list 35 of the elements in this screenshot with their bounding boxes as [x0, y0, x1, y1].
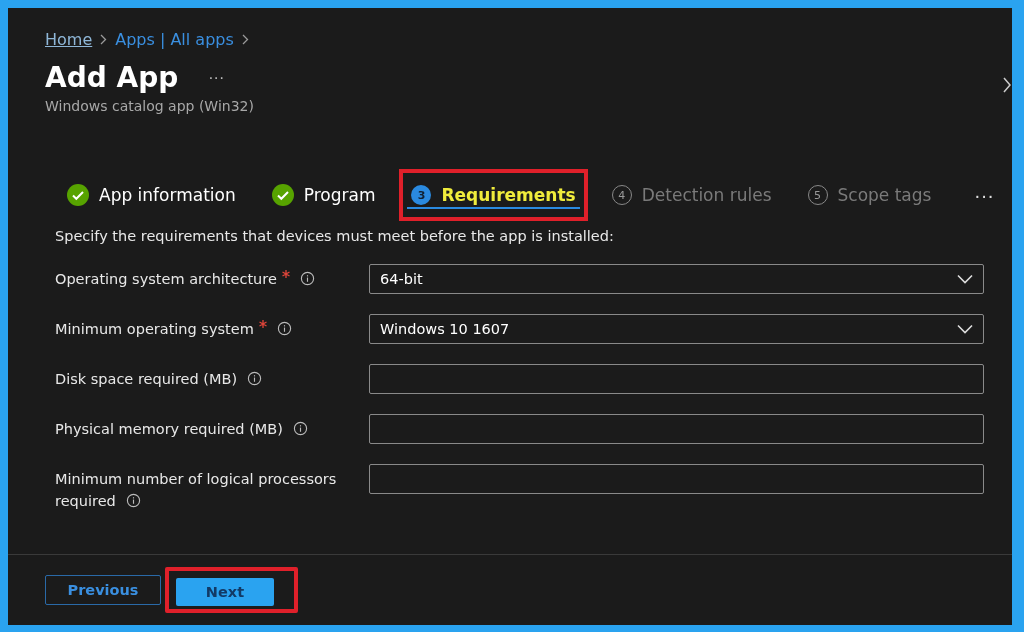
input-field[interactable] — [369, 414, 984, 444]
page-title: Add App — [45, 61, 179, 94]
more-button[interactable]: ··· — [968, 182, 1000, 208]
breadcrumb-link[interactable]: Home — [45, 30, 93, 49]
field-label: Disk space required (MB) — [55, 364, 355, 390]
wizard-step-tab[interactable]: 3 Requirements — [399, 169, 588, 221]
wizard-step-tab[interactable]: App information — [55, 169, 248, 221]
wizard-step-tab[interactable]: Program — [259, 169, 388, 221]
previous-button[interactable]: Previous — [45, 575, 161, 605]
breadcrumb-link[interactable]: Apps | All apps — [115, 30, 234, 49]
info-icon[interactable] — [125, 493, 141, 508]
instructions-text: Specify the requirements that devices must meet before the app is installed: — [54, 227, 615, 244]
info-icon[interactable] — [247, 371, 263, 386]
chevron-icon[interactable] — [1002, 76, 1012, 94]
chevron-icon — [100, 34, 108, 45]
more-button[interactable]: ··· — [208, 68, 225, 87]
chevron-down-icon — [957, 274, 973, 284]
info-icon[interactable] — [276, 321, 292, 336]
chevron-icon — [241, 34, 249, 45]
info-icon[interactable] — [299, 271, 315, 286]
wizard-step-tab[interactable]: 4 Detection rules — [599, 169, 784, 221]
field-label: Minimum operating system — [55, 314, 355, 340]
next-button[interactable]: Next — [165, 567, 298, 613]
info-icon[interactable] — [292, 421, 308, 436]
input-field[interactable] — [369, 364, 984, 394]
field-label: Physical memory required (MB) — [55, 414, 355, 440]
dropdown-field[interactable]: Windows 10 1607 — [369, 314, 984, 344]
step-number: 3 — [411, 185, 432, 205]
chevron-down-icon — [957, 324, 973, 334]
wizard-step-tab[interactable]: 5 Scope tags — [795, 169, 944, 221]
page-subtitle: Windows catalog app (Win32) — [45, 98, 255, 114]
field-label: Operating system architecture — [55, 264, 355, 290]
input-field[interactable] — [369, 464, 984, 494]
field-label: Minimum number of logical processors required — [55, 470, 338, 511]
dropdown-field[interactable]: 64-bit — [369, 264, 984, 294]
